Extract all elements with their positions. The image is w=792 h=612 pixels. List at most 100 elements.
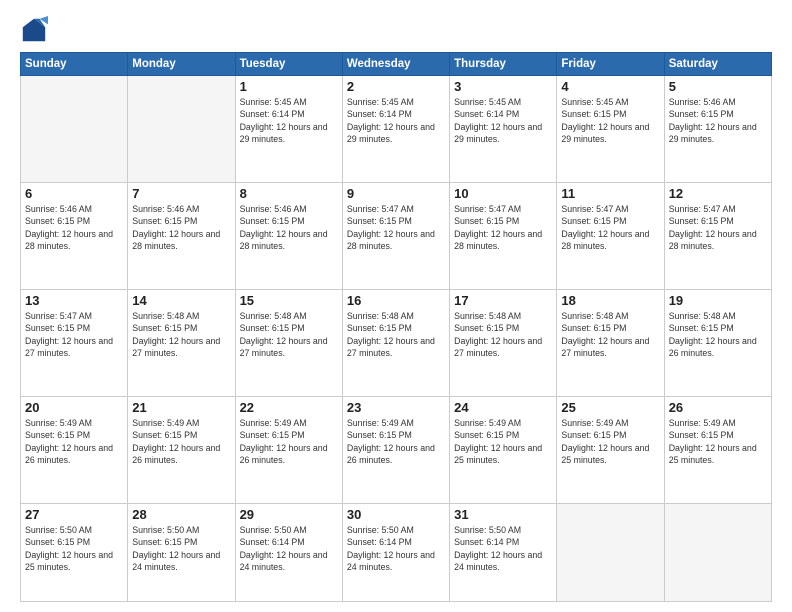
day-info: Sunrise: 5:50 AM Sunset: 6:14 PM Dayligh… [347, 524, 445, 573]
calendar-cell: 11Sunrise: 5:47 AM Sunset: 6:15 PM Dayli… [557, 183, 664, 290]
calendar-cell: 13 Sunrise: 5:47 AM Sunset: 6:15 PM Dayli… [21, 290, 128, 397]
calendar-cell: 20Sunrise: 5:49 AM Sunset: 6:15 PM Dayli… [21, 397, 128, 504]
day-number: 5 [669, 79, 767, 94]
day-info: Sunrise: 5:47 AM Sunset: 6:15 PM Dayligh… [454, 203, 552, 252]
day-info: Sunrise: 5:48 AM Sunset: 6:15 PM Dayligh… [454, 310, 552, 359]
header [20, 16, 772, 44]
day-number: 26 [669, 400, 767, 415]
calendar-cell: 30 Sunrise: 5:50 AM Sunset: 6:14 PM Dayli… [342, 504, 449, 602]
calendar-cell: 15 Sunrise: 5:48 AM Sunset: 6:15 PM Dayli… [235, 290, 342, 397]
day-number: 8 [240, 186, 338, 201]
logo-icon [20, 16, 48, 44]
calendar-cell [21, 76, 128, 183]
weekday-friday: Friday [557, 53, 664, 76]
day-number: 31 [454, 507, 552, 522]
day-number: 4 [561, 79, 659, 94]
day-number: 13 [25, 293, 123, 308]
weekday-header-row: SundayMondayTuesdayWednesdayThursdayFrid… [21, 53, 772, 76]
day-info: Sunrise: 5:49 AM Sunset: 6:15 PM Dayligh… [25, 417, 123, 466]
day-number: 17 [454, 293, 552, 308]
day-number: 2 [347, 79, 445, 94]
day-info: Sunrise: 5:45 AM Sunset: 6:14 PM Dayligh… [240, 96, 338, 145]
day-number: 11 [561, 186, 659, 201]
calendar-cell: 23Sunrise: 5:49 AM Sunset: 6:15 PM Dayli… [342, 397, 449, 504]
calendar-page: SundayMondayTuesdayWednesdayThursdayFrid… [0, 0, 792, 612]
calendar-cell: 4 Sunrise: 5:45 AM Sunset: 6:15 PM Daylig… [557, 76, 664, 183]
weekday-monday: Monday [128, 53, 235, 76]
day-info: Sunrise: 5:48 AM Sunset: 6:15 PM Dayligh… [240, 310, 338, 359]
calendar-cell: 27 Sunrise: 5:50 AM Sunset: 6:15 PM Dayli… [21, 504, 128, 602]
calendar-cell [664, 504, 771, 602]
calendar-cell: 7 Sunrise: 5:46 AM Sunset: 6:15 PM Daylig… [128, 183, 235, 290]
week-row-1: 1 Sunrise: 5:45 AM Sunset: 6:14 PM Daylig… [21, 76, 772, 183]
calendar-cell [128, 76, 235, 183]
calendar-cell: 16 Sunrise: 5:48 AM Sunset: 6:15 PM Dayli… [342, 290, 449, 397]
day-info: Sunrise: 5:49 AM Sunset: 6:15 PM Dayligh… [669, 417, 767, 466]
calendar-cell: 12 Sunrise: 5:47 AM Sunset: 6:15 PM Dayli… [664, 183, 771, 290]
day-number: 12 [669, 186, 767, 201]
calendar-cell: 28Sunrise: 5:50 AM Sunset: 6:15 PM Dayli… [128, 504, 235, 602]
day-number: 7 [132, 186, 230, 201]
day-info: Sunrise: 5:45 AM Sunset: 6:14 PM Dayligh… [347, 96, 445, 145]
day-number: 10 [454, 186, 552, 201]
day-number: 23 [347, 400, 445, 415]
day-number: 29 [240, 507, 338, 522]
day-number: 24 [454, 400, 552, 415]
calendar-cell: 8 Sunrise: 5:46 AM Sunset: 6:15 PM Daylig… [235, 183, 342, 290]
day-number: 15 [240, 293, 338, 308]
day-info: Sunrise: 5:49 AM Sunset: 6:15 PM Dayligh… [132, 417, 230, 466]
calendar-cell: 24 Sunrise: 5:49 AM Sunset: 6:15 PM Dayli… [450, 397, 557, 504]
weekday-saturday: Saturday [664, 53, 771, 76]
day-info: Sunrise: 5:50 AM Sunset: 6:14 PM Dayligh… [240, 524, 338, 573]
day-info: Sunrise: 5:45 AM Sunset: 6:14 PM Dayligh… [454, 96, 552, 145]
day-info: Sunrise: 5:47 AM Sunset: 6:15 PM Dayligh… [669, 203, 767, 252]
day-info: Sunrise: 5:48 AM Sunset: 6:15 PM Dayligh… [347, 310, 445, 359]
calendar-cell: 18 Sunrise: 5:48 AM Sunset: 6:15 PM Dayli… [557, 290, 664, 397]
day-info: Sunrise: 5:47 AM Sunset: 6:15 PM Dayligh… [347, 203, 445, 252]
calendar-cell [557, 504, 664, 602]
calendar-cell: 9 Sunrise: 5:47 AM Sunset: 6:15 PM Daylig… [342, 183, 449, 290]
logo [20, 16, 52, 44]
calendar-cell: 1 Sunrise: 5:45 AM Sunset: 6:14 PM Daylig… [235, 76, 342, 183]
day-number: 18 [561, 293, 659, 308]
day-number: 16 [347, 293, 445, 308]
day-number: 30 [347, 507, 445, 522]
day-number: 28 [132, 507, 230, 522]
weekday-thursday: Thursday [450, 53, 557, 76]
calendar-cell: 17 Sunrise: 5:48 AM Sunset: 6:15 PM Dayli… [450, 290, 557, 397]
day-number: 21 [132, 400, 230, 415]
calendar-cell: 5Sunrise: 5:46 AM Sunset: 6:15 PM Daylig… [664, 76, 771, 183]
day-info: Sunrise: 5:48 AM Sunset: 6:15 PM Dayligh… [561, 310, 659, 359]
week-row-3: 13 Sunrise: 5:47 AM Sunset: 6:15 PM Dayli… [21, 290, 772, 397]
day-info: Sunrise: 5:46 AM Sunset: 6:15 PM Dayligh… [25, 203, 123, 252]
week-row-2: 6 Sunrise: 5:46 AM Sunset: 6:15 PM Daylig… [21, 183, 772, 290]
calendar-table: SundayMondayTuesdayWednesdayThursdayFrid… [20, 52, 772, 602]
calendar-cell: 31 Sunrise: 5:50 AM Sunset: 6:14 PM Dayli… [450, 504, 557, 602]
calendar-cell: 29 Sunrise: 5:50 AM Sunset: 6:14 PM Dayli… [235, 504, 342, 602]
day-number: 27 [25, 507, 123, 522]
calendar-cell: 14Sunrise: 5:48 AM Sunset: 6:15 PM Dayli… [128, 290, 235, 397]
calendar-cell: 21 Sunrise: 5:49 AM Sunset: 6:15 PM Dayli… [128, 397, 235, 504]
day-info: Sunrise: 5:50 AM Sunset: 6:14 PM Dayligh… [454, 524, 552, 573]
day-number: 25 [561, 400, 659, 415]
day-number: 3 [454, 79, 552, 94]
calendar-cell: 19 Sunrise: 5:48 AM Sunset: 6:15 PM Dayli… [664, 290, 771, 397]
day-number: 9 [347, 186, 445, 201]
day-number: 1 [240, 79, 338, 94]
day-info: Sunrise: 5:46 AM Sunset: 6:15 PM Dayligh… [240, 203, 338, 252]
calendar-cell: 26 Sunrise: 5:49 AM Sunset: 6:15 PM Dayli… [664, 397, 771, 504]
day-info: Sunrise: 5:49 AM Sunset: 6:15 PM Dayligh… [454, 417, 552, 466]
day-info: Sunrise: 5:46 AM Sunset: 6:15 PM Dayligh… [132, 203, 230, 252]
day-number: 6 [25, 186, 123, 201]
day-number: 22 [240, 400, 338, 415]
calendar-cell: 22 Sunrise: 5:49 AM Sunset: 6:15 PM Dayli… [235, 397, 342, 504]
week-row-5: 27 Sunrise: 5:50 AM Sunset: 6:15 PM Dayli… [21, 504, 772, 602]
day-info: Sunrise: 5:50 AM Sunset: 6:15 PM Dayligh… [25, 524, 123, 573]
day-info: Sunrise: 5:45 AM Sunset: 6:15 PM Dayligh… [561, 96, 659, 145]
day-info: Sunrise: 5:49 AM Sunset: 6:15 PM Dayligh… [240, 417, 338, 466]
day-number: 19 [669, 293, 767, 308]
day-info: Sunrise: 5:47 AM Sunset: 6:15 PM Dayligh… [25, 310, 123, 359]
day-info: Sunrise: 5:49 AM Sunset: 6:15 PM Dayligh… [561, 417, 659, 466]
calendar-cell: 6 Sunrise: 5:46 AM Sunset: 6:15 PM Daylig… [21, 183, 128, 290]
day-info: Sunrise: 5:48 AM Sunset: 6:15 PM Dayligh… [669, 310, 767, 359]
